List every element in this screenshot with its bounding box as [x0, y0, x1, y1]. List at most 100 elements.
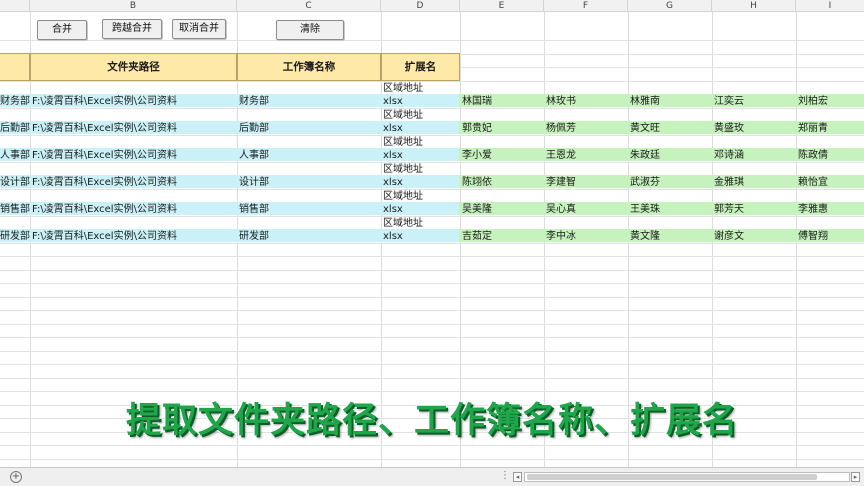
- cell-name[interactable]: 李雅惠: [796, 203, 864, 216]
- tutorial-caption: 提取文件夹路径、工作簿名称、扩展名: [125, 401, 738, 441]
- cell-name[interactable]: 王恩龙: [544, 149, 628, 162]
- header-folder-path: 文件夹路径: [30, 53, 237, 81]
- cell-dept[interactable]: 设计部: [0, 176, 30, 189]
- scroll-left-icon[interactable]: ◂: [513, 472, 522, 482]
- cell-dept[interactable]: 后勤部: [0, 122, 30, 135]
- column-header-a[interactable]: [0, 0, 30, 12]
- cell-folder-path[interactable]: F:\凌霄百科\Excel实例\公司资料: [30, 95, 237, 108]
- cell-name[interactable]: 谢彦文: [712, 230, 796, 243]
- column-header-e[interactable]: E: [460, 0, 544, 12]
- cell-folder-path[interactable]: F:\凌霄百科\Excel实例\公司资料: [30, 203, 237, 216]
- scrollbar-thumb[interactable]: [527, 474, 817, 480]
- cell-name[interactable]: 吉茹定: [460, 230, 544, 243]
- gridline-horizontal: [0, 270, 864, 271]
- cell-name[interactable]: 陈政倩: [796, 149, 864, 162]
- cell-name[interactable]: 江奕云: [712, 95, 796, 108]
- cell-name[interactable]: 李中冰: [544, 230, 628, 243]
- cell-workbook-name[interactable]: 设计部: [237, 176, 381, 189]
- cell-name[interactable]: 郭芳天: [712, 203, 796, 216]
- gridline-horizontal: [0, 40, 864, 41]
- cell-folder-path[interactable]: F:\凌霄百科\Excel实例\公司资料: [30, 149, 237, 162]
- column-header-g[interactable]: G: [628, 0, 712, 12]
- gridline-horizontal: [0, 351, 864, 352]
- cell-extension-overflow: 区域地址: [383, 110, 423, 121]
- sheet-tab-bar: + ⋮ ◂ ▸: [0, 467, 864, 486]
- gridline-horizontal: [0, 310, 864, 311]
- cell-name[interactable]: 朱政廷: [628, 149, 712, 162]
- cell-name[interactable]: 武淑芬: [628, 176, 712, 189]
- cell-extension-overflow: 区域地址: [383, 164, 423, 175]
- scroll-right-icon[interactable]: ▸: [851, 472, 860, 482]
- column-header-c[interactable]: C: [237, 0, 381, 12]
- column-header-bar: B C D E F G H I: [0, 0, 864, 12]
- gridline-horizontal: [0, 337, 864, 338]
- cell-name[interactable]: 郑丽青: [796, 122, 864, 135]
- cell-extension[interactable]: xlsx: [381, 95, 460, 108]
- gridline-horizontal: [0, 256, 864, 257]
- cell-extension-overflow: 区域地址: [383, 137, 423, 148]
- header-workbook-name: 工作簿名称: [237, 53, 381, 81]
- gridline-horizontal: [0, 297, 864, 298]
- add-sheet-icon[interactable]: +: [10, 471, 22, 483]
- cell-extension[interactable]: xlsx: [381, 230, 460, 243]
- cell-name[interactable]: 杨佩芳: [544, 122, 628, 135]
- gridline-horizontal: [0, 364, 864, 365]
- column-header-d[interactable]: D: [381, 0, 460, 12]
- gridline-horizontal: [0, 324, 864, 325]
- cell-folder-path[interactable]: F:\凌霄百科\Excel实例\公司资料: [30, 122, 237, 135]
- merge-button[interactable]: 合并: [37, 20, 87, 40]
- cell-extension-overflow: 区域地址: [383, 218, 423, 229]
- cell-workbook-name[interactable]: 研发部: [237, 230, 381, 243]
- cell-dept[interactable]: 人事部: [0, 149, 30, 162]
- column-header-b[interactable]: B: [30, 0, 237, 12]
- gridline-horizontal: [0, 243, 864, 244]
- cell-name[interactable]: 李建智: [544, 176, 628, 189]
- cell-folder-path[interactable]: F:\凌霄百科\Excel实例\公司资料: [30, 176, 237, 189]
- clear-button[interactable]: 清除: [276, 20, 344, 40]
- cell-name[interactable]: 傅智翔: [796, 230, 864, 243]
- cell-workbook-name[interactable]: 后勤部: [237, 122, 381, 135]
- cell-workbook-name[interactable]: 销售部: [237, 203, 381, 216]
- column-header-i[interactable]: I: [796, 0, 864, 12]
- cell-name[interactable]: 吴心真: [544, 203, 628, 216]
- cell-dept[interactable]: 研发部: [0, 230, 30, 243]
- gridline-horizontal: [0, 445, 864, 446]
- cell-dept[interactable]: 财务部: [0, 95, 30, 108]
- cell-extension-overflow: 区域地址: [383, 191, 423, 202]
- cell-name[interactable]: 刘柏宏: [796, 95, 864, 108]
- header-cell-a: [0, 53, 30, 81]
- cell-name[interactable]: 林国瑞: [460, 95, 544, 108]
- cell-dept[interactable]: 销售部: [0, 203, 30, 216]
- cell-name[interactable]: 黄文旺: [628, 122, 712, 135]
- cell-name[interactable]: 王美珠: [628, 203, 712, 216]
- column-header-f[interactable]: F: [544, 0, 628, 12]
- cell-name[interactable]: 金雅琪: [712, 176, 796, 189]
- cell-extension[interactable]: xlsx: [381, 149, 460, 162]
- cell-extension[interactable]: xlsx: [381, 122, 460, 135]
- cell-name[interactable]: 赖怡宜: [796, 176, 864, 189]
- cell-workbook-name[interactable]: 人事部: [237, 149, 381, 162]
- cell-name[interactable]: 林雅南: [628, 95, 712, 108]
- gridline-horizontal: [0, 283, 864, 284]
- cross-merge-button[interactable]: 跨越合并: [102, 19, 162, 39]
- cell-name[interactable]: 郭贵妃: [460, 122, 544, 135]
- tab-split-handle[interactable]: ⋮: [500, 470, 510, 481]
- cell-name[interactable]: 陈翊依: [460, 176, 544, 189]
- unmerge-button[interactable]: 取消合并: [172, 19, 226, 39]
- cell-extension[interactable]: xlsx: [381, 176, 460, 189]
- cell-extension-overflow: 区域地址: [383, 83, 423, 94]
- header-extension: 扩展名: [381, 53, 460, 81]
- cell-name[interactable]: 李小爱: [460, 149, 544, 162]
- cell-name[interactable]: 黄文隆: [628, 230, 712, 243]
- cell-folder-path[interactable]: F:\凌霄百科\Excel实例\公司资料: [30, 230, 237, 243]
- cell-extension[interactable]: xlsx: [381, 203, 460, 216]
- cell-name[interactable]: 林玫书: [544, 95, 628, 108]
- horizontal-scrollbar[interactable]: [524, 472, 850, 482]
- cell-name[interactable]: 吴美隆: [460, 203, 544, 216]
- gridline-horizontal: [0, 459, 864, 460]
- gridline-horizontal: [0, 378, 864, 379]
- cell-name[interactable]: 邓诗涵: [712, 149, 796, 162]
- cell-workbook-name[interactable]: 财务部: [237, 95, 381, 108]
- column-header-h[interactable]: H: [712, 0, 796, 12]
- cell-name[interactable]: 黄盛玫: [712, 122, 796, 135]
